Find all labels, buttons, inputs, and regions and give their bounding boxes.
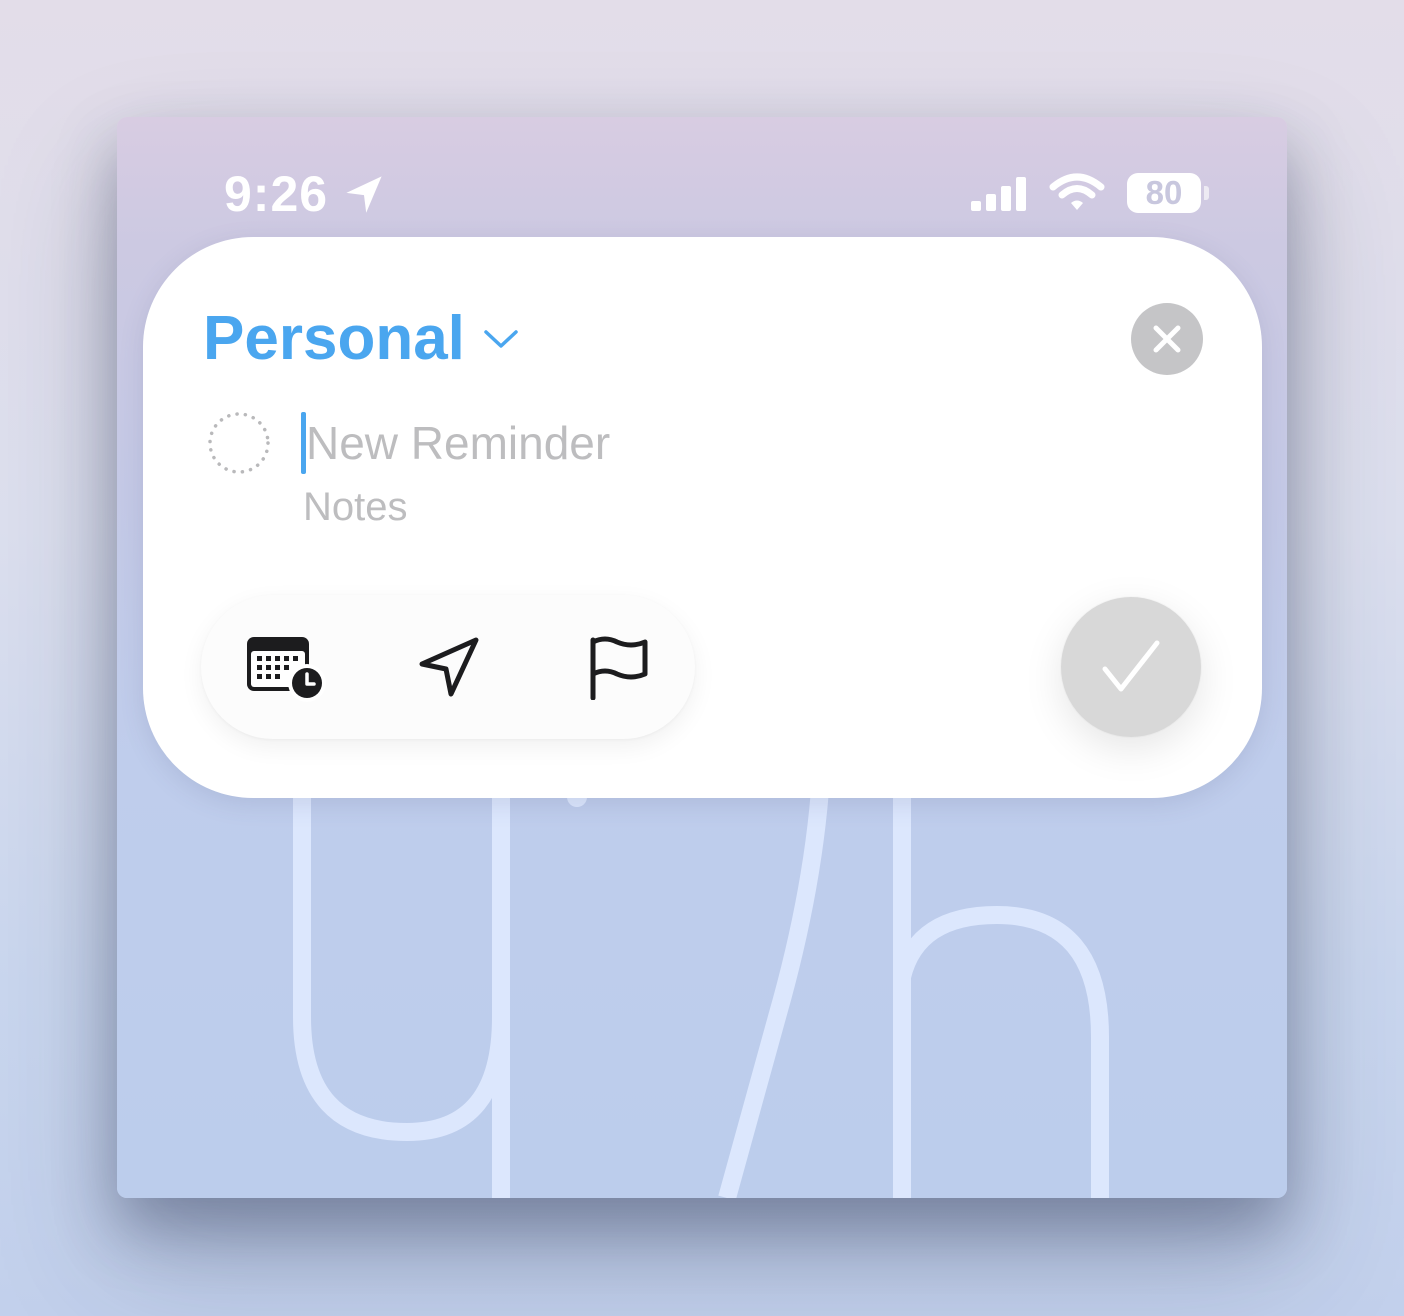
done-button[interactable] [1061, 597, 1201, 737]
date-time-button[interactable] [243, 631, 327, 703]
flag-icon [590, 636, 648, 700]
battery-level: 80 [1145, 174, 1183, 211]
flag-button[interactable] [577, 631, 661, 703]
checkmark-icon [1102, 640, 1160, 692]
status-time: 9:26 [224, 165, 386, 223]
notes-input[interactable]: Notes [303, 485, 408, 530]
reminder-toolbar [201, 595, 695, 739]
close-icon [1153, 325, 1181, 353]
list-selector[interactable]: Personal [203, 303, 519, 374]
chevron-down-icon [484, 329, 518, 348]
reminder-title-input[interactable]: New Reminder [301, 411, 1101, 475]
cellular-signal-icon [971, 177, 1026, 211]
status-time-text: 9:26 [224, 166, 329, 222]
phone-screen: 9:26 80 Personal New Reminder Notes [117, 117, 1287, 1198]
battery-tip [1204, 186, 1209, 200]
location-arrow-icon [346, 176, 382, 213]
reminder-title-placeholder: New Reminder [306, 417, 611, 469]
completion-circle[interactable] [207, 411, 271, 475]
location-button[interactable] [407, 631, 491, 703]
location-arrow-icon [419, 637, 479, 697]
status-indicators: 80 [969, 173, 1209, 213]
battery-indicator: 80 [1127, 173, 1209, 213]
list-name: Personal [203, 304, 465, 373]
calendar-clock-icon [247, 637, 326, 702]
new-reminder-sheet: Personal New Reminder Notes [143, 237, 1262, 798]
close-button[interactable] [1131, 303, 1203, 375]
wifi-icon [1049, 173, 1105, 210]
